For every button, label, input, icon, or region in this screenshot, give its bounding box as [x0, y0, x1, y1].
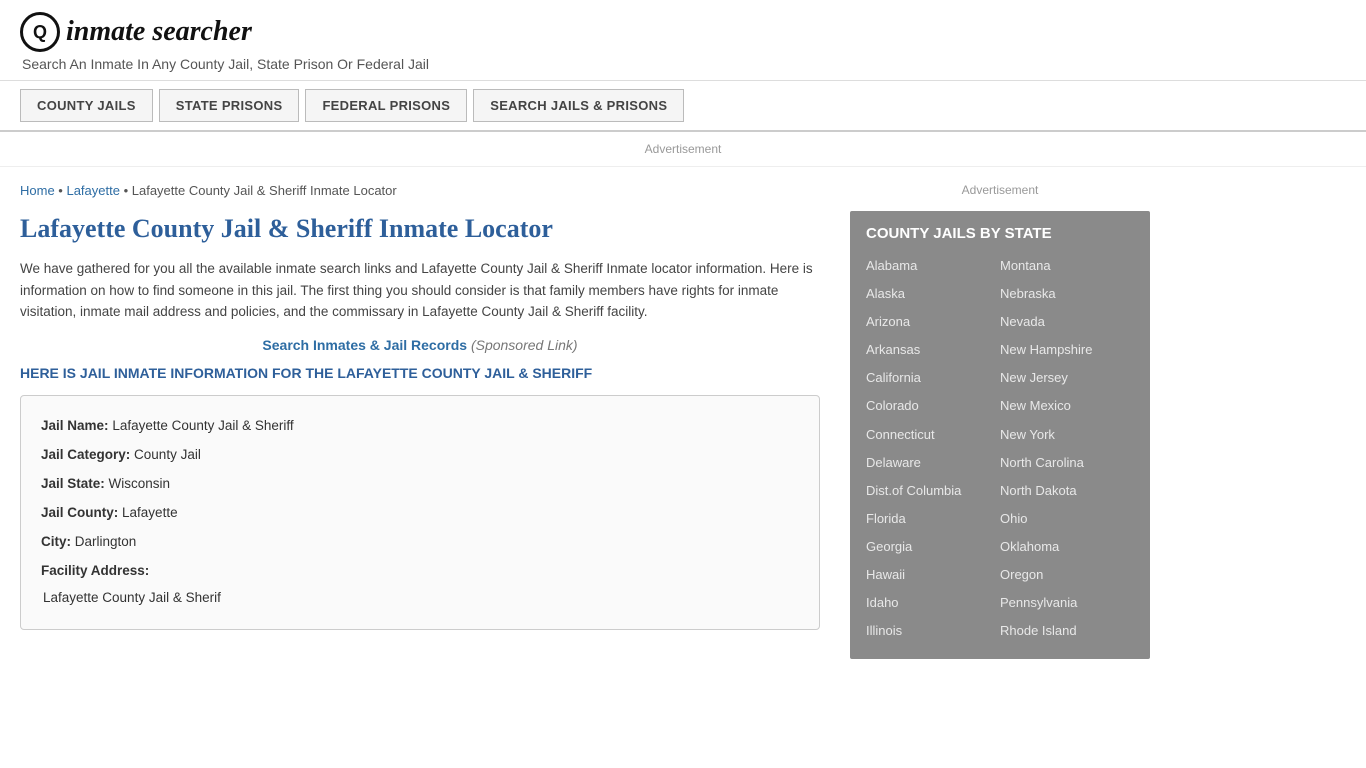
state-link[interactable]: New Jersey [1000, 364, 1134, 392]
sidebar-ad: Advertisement [850, 183, 1150, 197]
breadcrumb-current: Lafayette County Jail & Sheriff Inmate L… [132, 183, 397, 198]
state-link[interactable]: Ohio [1000, 505, 1134, 533]
content-area: Home • Lafayette • Lafayette County Jail… [20, 167, 840, 659]
sponsored-note: (Sponsored Link) [471, 337, 578, 353]
state-link[interactable]: Oklahoma [1000, 533, 1134, 561]
jail-category-row: Jail Category: County Jail [41, 441, 799, 468]
state-link[interactable]: Dist.of Columbia [866, 477, 1000, 505]
jail-county-value: Lafayette [122, 505, 178, 520]
state-link[interactable]: Alabama [866, 252, 1000, 280]
state-link[interactable]: New Mexico [1000, 392, 1134, 420]
jail-address-label: Facility Address: [41, 563, 149, 578]
jail-category-value: County Jail [134, 447, 201, 462]
jail-name-row: Jail Name: Lafayette County Jail & Sheri… [41, 412, 799, 439]
state-link[interactable]: Oregon [1000, 561, 1134, 589]
state-link[interactable]: Illinois [866, 617, 1000, 645]
state-link[interactable]: New York [1000, 421, 1134, 449]
nav-state-prisons[interactable]: STATE PRISONS [159, 89, 300, 122]
jail-name-value: Lafayette County Jail & Sheriff [112, 418, 293, 433]
jail-state-value: Wisconsin [109, 476, 171, 491]
jail-state-row: Jail State: Wisconsin [41, 470, 799, 497]
logo-area: Q inmate searcher [20, 12, 1346, 52]
state-col-right: MontanaNebraskaNevadaNew HampshireNew Je… [1000, 252, 1134, 645]
state-link[interactable]: Georgia [866, 533, 1000, 561]
tagline: Search An Inmate In Any County Jail, Sta… [22, 56, 1346, 72]
county-jails-box: COUNTY JAILS BY STATE AlabamaAlaskaArizo… [850, 211, 1150, 659]
sidebar: Advertisement COUNTY JAILS BY STATE Alab… [840, 167, 1150, 659]
nav-county-jails[interactable]: COUNTY JAILS [20, 89, 153, 122]
nav-search-jails[interactable]: SEARCH JAILS & PRISONS [473, 89, 684, 122]
state-link[interactable]: Nevada [1000, 308, 1134, 336]
nav-federal-prisons[interactable]: FEDERAL PRISONS [305, 89, 467, 122]
sponsored-link-area: Search Inmates & Jail Records (Sponsored… [20, 337, 820, 353]
state-col-left: AlabamaAlaskaArizonaArkansasCaliforniaCo… [866, 252, 1000, 645]
section-heading: HERE IS JAIL INMATE INFORMATION FOR THE … [20, 365, 820, 381]
county-jails-title: COUNTY JAILS BY STATE [866, 225, 1134, 242]
state-link[interactable]: Arizona [866, 308, 1000, 336]
breadcrumb-parent[interactable]: Lafayette [66, 183, 120, 198]
state-link[interactable]: North Carolina [1000, 449, 1134, 477]
state-link[interactable]: California [866, 364, 1000, 392]
info-box: Jail Name: Lafayette County Jail & Sheri… [20, 395, 820, 630]
state-link[interactable]: North Dakota [1000, 477, 1134, 505]
state-link[interactable]: New Hampshire [1000, 336, 1134, 364]
jail-address-row: Facility Address: Lafayette County Jail … [41, 557, 799, 611]
state-link[interactable]: Nebraska [1000, 280, 1134, 308]
breadcrumb: Home • Lafayette • Lafayette County Jail… [20, 183, 820, 198]
state-link[interactable]: Hawaii [866, 561, 1000, 589]
main-layout: Home • Lafayette • Lafayette County Jail… [0, 167, 1366, 659]
jail-category-label: Jail Category: [41, 447, 130, 462]
state-link[interactable]: Delaware [866, 449, 1000, 477]
header: Q inmate searcher Search An Inmate In An… [0, 0, 1366, 81]
jail-county-row: Jail County: Lafayette [41, 499, 799, 526]
jail-city-row: City: Darlington [41, 528, 799, 555]
jail-state-label: Jail State: [41, 476, 105, 491]
state-link[interactable]: Alaska [866, 280, 1000, 308]
state-link[interactable]: Arkansas [866, 336, 1000, 364]
state-link[interactable]: Montana [1000, 252, 1134, 280]
state-link[interactable]: Connecticut [866, 421, 1000, 449]
ad-banner: Advertisement [0, 132, 1366, 167]
state-link[interactable]: Rhode Island [1000, 617, 1134, 645]
description: We have gathered for you all the availab… [20, 258, 820, 323]
jail-city-value: Darlington [75, 534, 137, 549]
sponsored-link[interactable]: Search Inmates & Jail Records [262, 337, 467, 353]
jail-city-label: City: [41, 534, 71, 549]
jail-address-value: Lafayette County Jail & Sherif [41, 584, 799, 611]
state-columns: AlabamaAlaskaArizonaArkansasCaliforniaCo… [866, 252, 1134, 645]
state-link[interactable]: Colorado [866, 392, 1000, 420]
jail-county-label: Jail County: [41, 505, 118, 520]
logo-icon: Q [20, 12, 60, 52]
logo-text: inmate searcher [66, 16, 252, 48]
state-link[interactable]: Florida [866, 505, 1000, 533]
state-link[interactable]: Idaho [866, 589, 1000, 617]
state-link[interactable]: Pennsylvania [1000, 589, 1134, 617]
page-title: Lafayette County Jail & Sheriff Inmate L… [20, 214, 820, 244]
nav-bar: COUNTY JAILS STATE PRISONS FEDERAL PRISO… [0, 81, 1366, 132]
jail-name-label: Jail Name: [41, 418, 109, 433]
breadcrumb-home[interactable]: Home [20, 183, 55, 198]
